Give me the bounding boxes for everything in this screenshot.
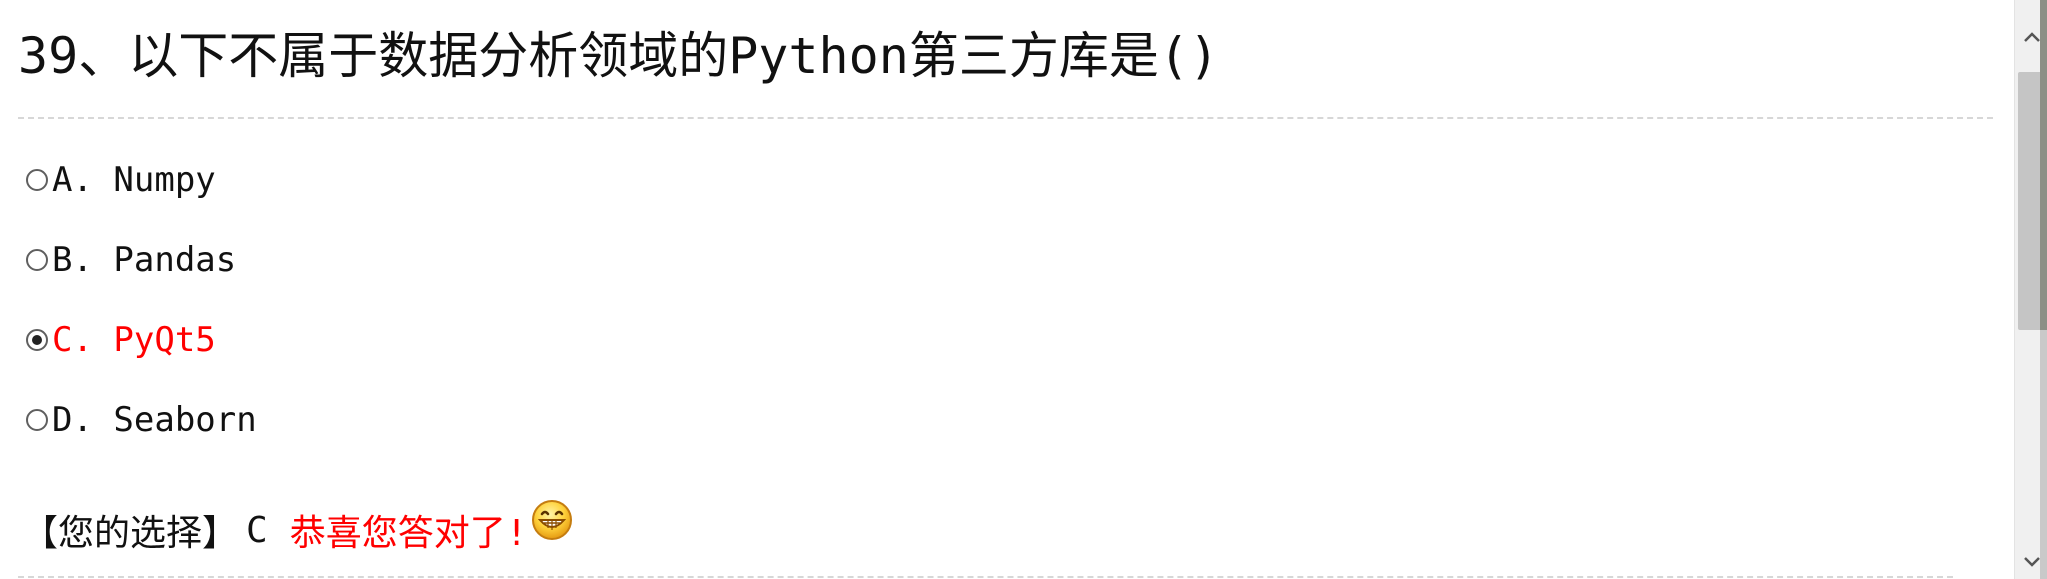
correct-message: 恭喜您答对了! [289, 513, 528, 554]
option-b-label: B. Pandas [52, 240, 237, 280]
option-b[interactable]: B. Pandas [26, 235, 236, 285]
option-c[interactable]: C. PyQt5 [26, 315, 216, 365]
chevron-up-icon [2023, 32, 2040, 42]
top-divider [18, 117, 1993, 119]
bottom-divider [18, 576, 1953, 578]
window-edge-strip [2040, 0, 2047, 330]
option-c-radio-selected[interactable] [26, 329, 48, 351]
option-a-label: A. Numpy [52, 160, 216, 200]
question-title: 39、以下不属于数据分析领域的Python第三方库是() [18, 27, 1220, 85]
option-a[interactable]: A. Numpy [26, 155, 216, 205]
chevron-down-icon [2023, 557, 2040, 567]
grinning-face-icon [532, 500, 573, 540]
answer-result: 【您的选择】 C 恭喜您答对了! [22, 500, 574, 560]
option-d-radio[interactable] [26, 409, 48, 431]
window-edge-strip-lower [2040, 330, 2047, 579]
question-content: 39、以下不属于数据分析领域的Python第三方库是() A. Numpy B.… [0, 0, 2014, 579]
option-c-label: C. PyQt5 [52, 320, 216, 360]
option-b-radio[interactable] [26, 249, 48, 271]
your-choice-value: C [246, 509, 268, 551]
option-d-label: D. Seaborn [52, 400, 257, 440]
option-a-radio[interactable] [26, 169, 48, 191]
your-choice-label: 【您的选择】 [22, 513, 239, 554]
option-d[interactable]: D. Seaborn [26, 395, 257, 445]
